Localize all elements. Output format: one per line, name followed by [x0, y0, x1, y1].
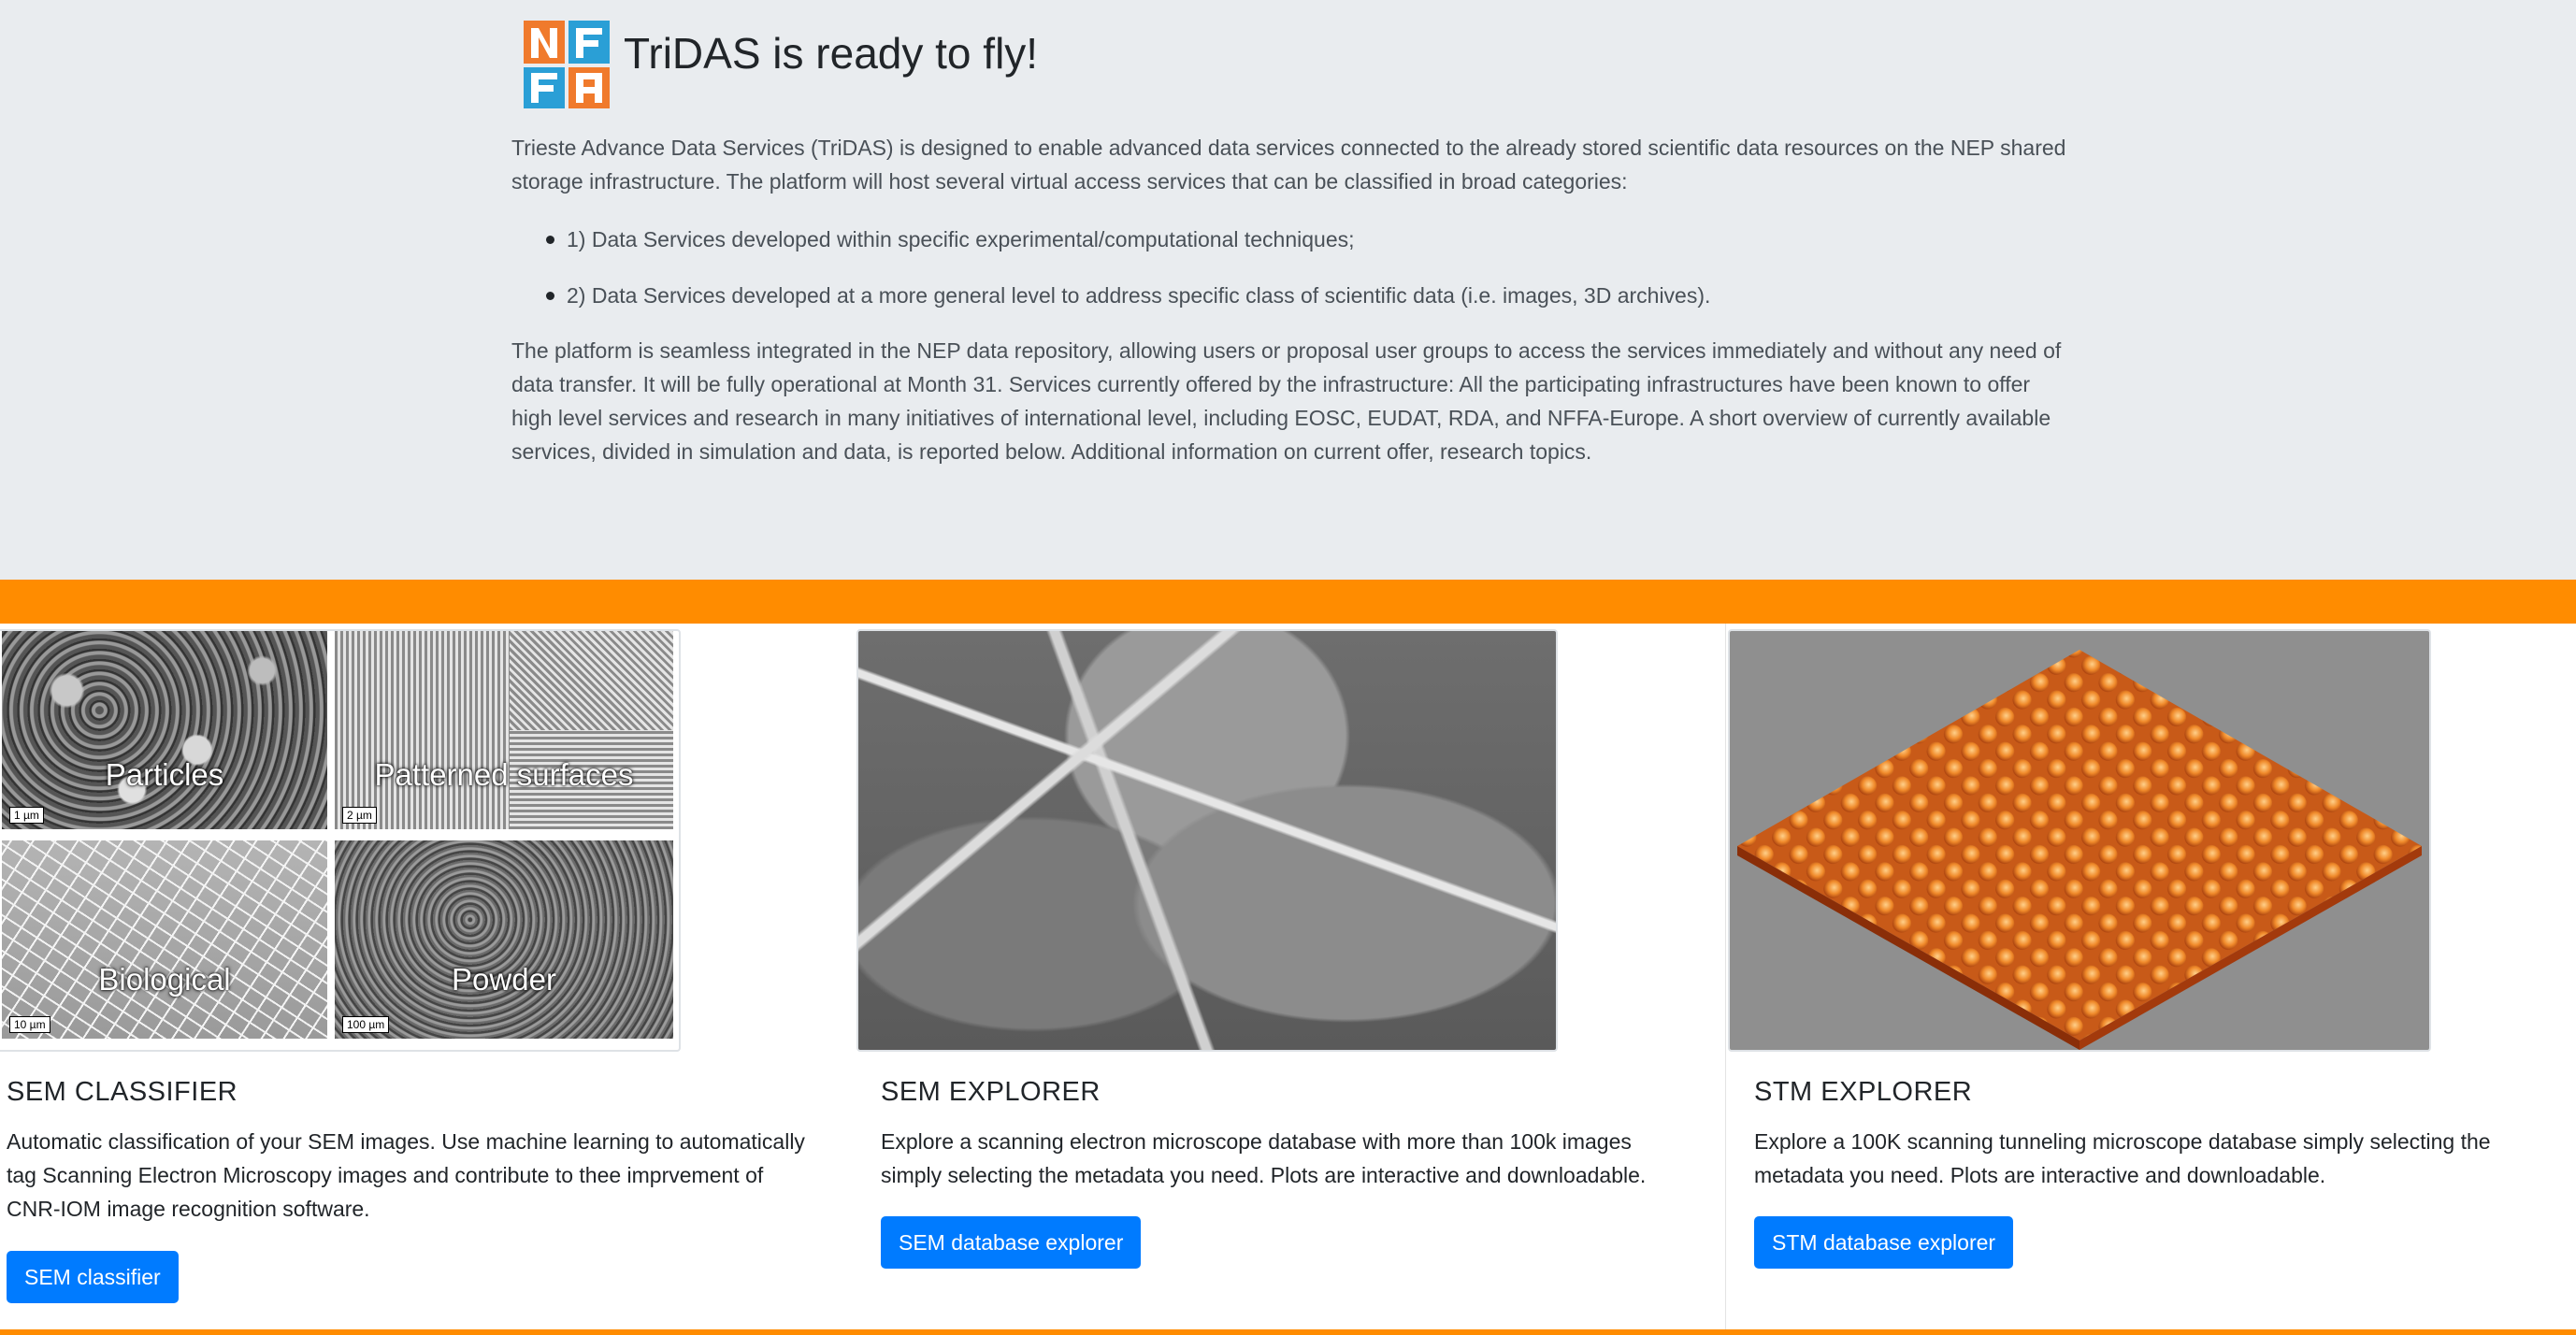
scale-bar: 2 µm — [342, 807, 377, 824]
jumbotron: TriDAS is ready to fly! Trieste Advance … — [0, 0, 2576, 580]
powder-tile: Powder 100 µm — [335, 840, 673, 1039]
intro-paragraph: Trieste Advance Data Services (TriDAS) i… — [511, 136, 2066, 194]
scale-bar: 10 µm — [9, 1016, 50, 1033]
orange-divider — [0, 580, 2576, 624]
card-text: Explore a 100K scanning tunneling micros… — [1754, 1129, 2491, 1187]
card-text: Explore a scanning electron microscope d… — [881, 1129, 1647, 1187]
stm-explorer-card: STM EXPLORER Explore a 100K scanning tun… — [1726, 624, 2576, 1329]
tile-label: Biological — [98, 962, 231, 997]
biological-tile: Biological 10 µm — [2, 840, 327, 1039]
card-title: SEM EXPLORER — [881, 1077, 1101, 1107]
card-text: Automatic classification of your SEM ima… — [7, 1129, 805, 1221]
sem-explorer-card: SEM EXPLORER Explore a scanning electron… — [851, 624, 1727, 1329]
sem-database-explorer-button[interactable]: SEM database explorer — [881, 1216, 1142, 1269]
patterned-surfaces-tile: Patterned surfaces 2 µm — [335, 631, 673, 829]
stm-database-explorer-button[interactable]: STM database explorer — [1754, 1216, 2014, 1269]
particles-tile: Particles 1 µm — [2, 631, 327, 829]
stm-explorer-image — [1728, 629, 2431, 1052]
card-title: SEM CLASSIFIER — [7, 1077, 238, 1107]
orange-bottom-border — [0, 1329, 2576, 1335]
scale-bar: 100 µm — [342, 1016, 390, 1033]
sem-classifier-image: Particles 1 µm Patterned surfaces 2 µm B… — [0, 629, 681, 1052]
card-title: STM EXPLORER — [1754, 1077, 1973, 1107]
tile-label: Particles — [105, 757, 224, 792]
body-paragraph: The platform is seamless integrated in t… — [511, 338, 2062, 464]
list-item: 1) Data Services developed within specif… — [542, 222, 1710, 256]
list-item: 2) Data Services developed at a more gen… — [542, 279, 1710, 312]
scale-bar: 1 µm — [9, 807, 44, 824]
sem-explorer-image — [856, 629, 1558, 1052]
tile-label: Powder — [452, 962, 556, 997]
sem-classifier-card: Particles 1 µm Patterned surfaces 2 µm B… — [0, 624, 876, 1329]
service-categories-list: 1) Data Services developed within specif… — [542, 222, 1710, 335]
tile-label: Patterned surfaces — [374, 757, 634, 792]
sem-classifier-button[interactable]: SEM classifier — [7, 1251, 179, 1303]
page-title: TriDAS is ready to fly! — [624, 29, 1039, 78]
nffa-logo — [524, 21, 610, 108]
